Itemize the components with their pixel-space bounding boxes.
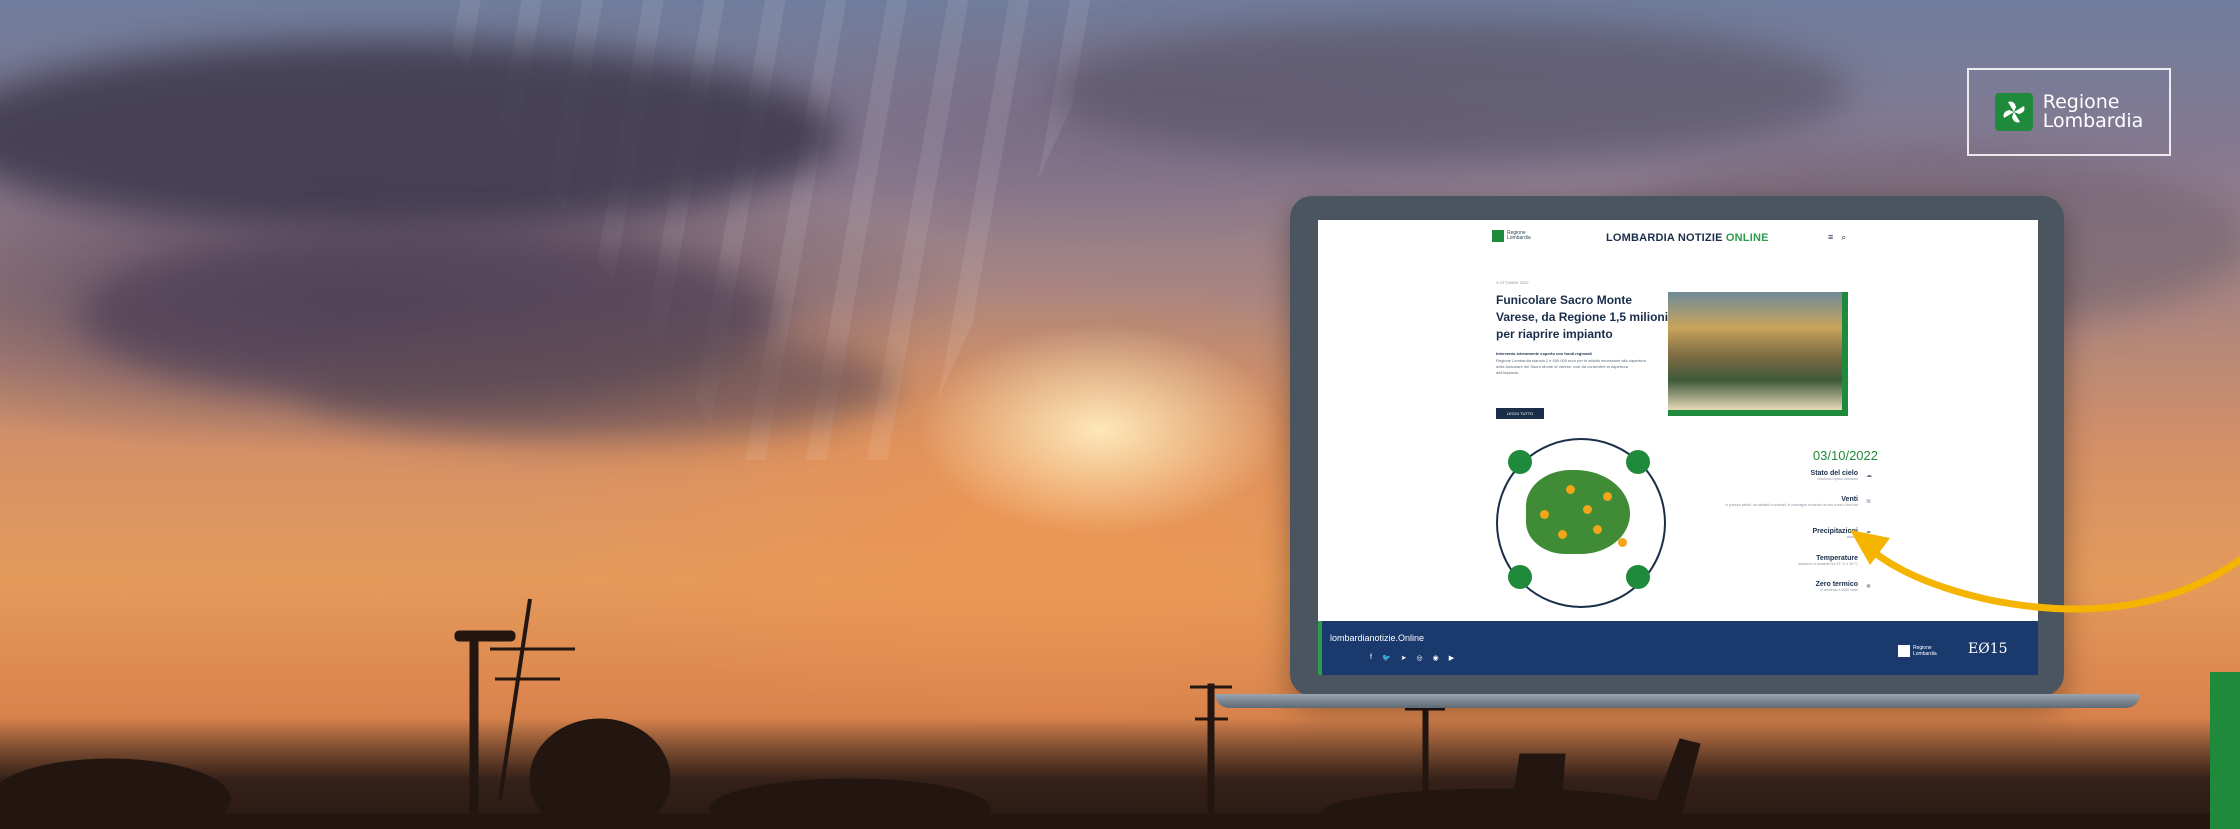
regione-lombardia-logo[interactable]: Regione Lombardia (1967, 68, 2171, 156)
cloud-icon: ☁ (1866, 473, 1872, 479)
forecast-node[interactable] (1508, 565, 1532, 589)
telegram-icon[interactable]: ➤ (1401, 654, 1407, 662)
laptop-base (1215, 694, 2140, 708)
sun-icon (1593, 525, 1602, 534)
logo-mark-icon (1492, 230, 1504, 242)
twitter-icon[interactable]: 🐦 (1382, 654, 1391, 662)
forecast-row: Venti in pianura deboli, da variabili a … (1725, 496, 1858, 507)
forecast-row: Stato del cielo nuvoloso o poco nuvoloso (1810, 470, 1858, 481)
wind-icon: ≋ (1866, 499, 1872, 505)
forecast-node[interactable] (1508, 450, 1532, 474)
article-body: Regione Lombardia stanzia 1 e 500.000 eu… (1496, 358, 1646, 375)
green-side-tab (2210, 672, 2240, 829)
menu-icon[interactable]: ≡ (1828, 232, 1833, 243)
article-image[interactable] (1668, 292, 1848, 416)
article-date: 3 OTTOBRE 2022 (1496, 280, 1529, 285)
article-lead: Intervento interamente coperto con fondi… (1496, 351, 1592, 356)
yellow-arrow-icon (1850, 530, 2240, 613)
site-header: Regione Lombardia LOMBARDIA NOTIZIE ONLI… (1318, 220, 2038, 260)
regione-lombardia-mark-icon (1994, 93, 2033, 131)
forecast-node[interactable] (1626, 565, 1650, 589)
article-title[interactable]: Funicolare Sacro Monte Varese, da Region… (1496, 292, 1676, 343)
forecast-node[interactable] (1626, 450, 1650, 474)
youtube-icon[interactable]: ▶ (1449, 654, 1454, 662)
social-links: f 🐦 ➤ ◎ ◉ ▶ (1370, 654, 1454, 662)
e015-logo[interactable]: EØ15 (1968, 641, 2008, 657)
search-icon[interactable]: ⌕ (1841, 232, 1846, 243)
logo-text: Regione Lombardia (2042, 91, 2144, 132)
facebook-icon[interactable]: f (1370, 654, 1372, 662)
site-logo[interactable]: Regione Lombardia (1492, 230, 1531, 242)
sun-icon (1603, 492, 1612, 501)
cloud (300, 330, 900, 440)
forecast-date: 03/10/2022 (1812, 448, 1878, 463)
sun-icon (1566, 485, 1575, 494)
podcast-icon[interactable]: ◉ (1433, 654, 1439, 662)
forecast-row: Zero termico in aumento a 4000 metri (1815, 581, 1858, 592)
sun-icon (1583, 505, 1592, 514)
sun-icon (1558, 530, 1567, 539)
logo-mark-icon (1898, 645, 1910, 657)
sun-icon (1618, 538, 1627, 547)
sun-icon (1540, 510, 1549, 519)
instagram-icon[interactable]: ◎ (1417, 654, 1423, 662)
forecast-row: Precipitazioni assenti (1812, 528, 1858, 539)
site-title[interactable]: LOMBARDIA NOTIZIE ONLINE (1606, 232, 1769, 244)
footer-url[interactable]: lombardianotizie.Online (1330, 633, 1424, 643)
forecast-row: Temperature massime in aumento tra 22 °C… (1798, 555, 1858, 566)
footer-logo[interactable]: Regione Lombardia (1898, 645, 1937, 657)
read-more-button[interactable]: LEGGI TUTTO (1496, 408, 1544, 419)
cloud (1050, 20, 1850, 160)
